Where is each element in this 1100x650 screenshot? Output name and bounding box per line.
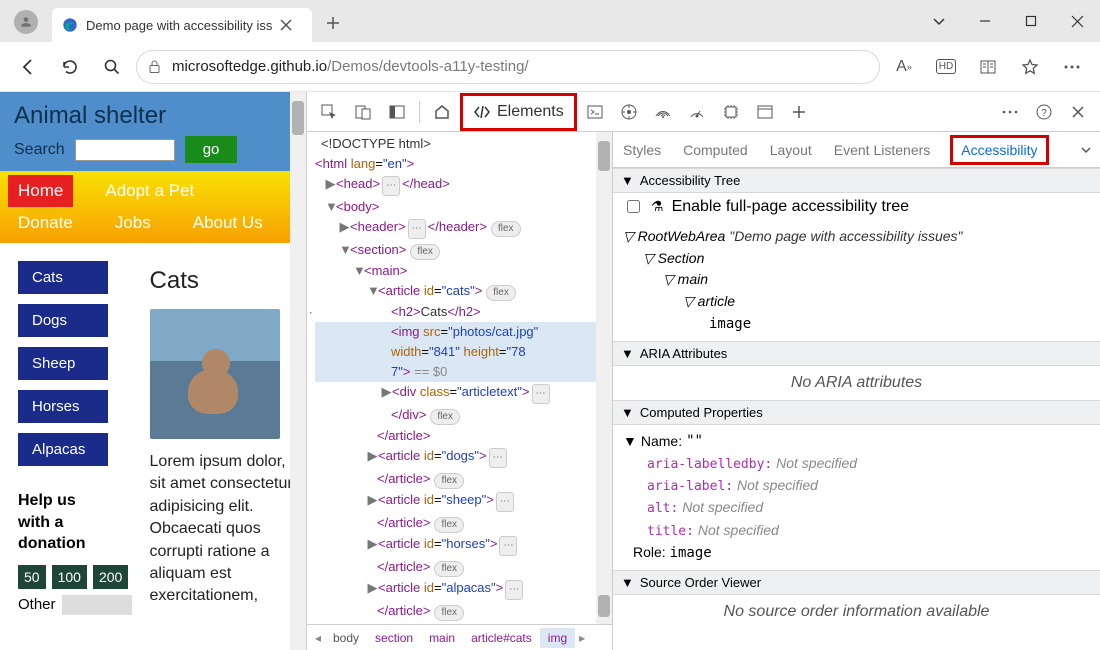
subtab-more-icon[interactable] [1080,144,1092,156]
url-path: /Demos/devtools-a11y-testing/ [327,58,528,75]
dom-tree[interactable]: <!DOCTYPE html> <html lang="en"> ▶<head>… [307,132,612,624]
back-button[interactable] [10,49,46,85]
console-icon[interactable] [579,96,611,128]
chevron-down-icon[interactable] [916,0,962,42]
donate-50[interactable]: 50 [18,565,46,589]
minimize-button[interactable] [962,0,1008,42]
dock-icon[interactable] [381,96,413,128]
side-cats[interactable]: Cats [18,261,108,294]
nav-donate[interactable]: Donate [8,207,83,239]
other-input[interactable] [62,595,132,615]
reader-icon[interactable] [970,49,1006,85]
no-aria-text: No ARIA attributes [613,366,1100,400]
tab-elements[interactable]: Elements [460,93,577,131]
section-aria[interactable]: ▼ARIA Attributes [613,341,1100,366]
edge-icon [62,17,78,33]
cat-image [150,309,280,439]
side-horses[interactable]: Horses [18,390,108,423]
inspect-icon[interactable] [313,96,345,128]
dom-scrollbar[interactable] [596,132,612,624]
more-tabs-icon[interactable] [783,96,815,128]
profile-icon[interactable] [14,10,38,34]
side-alpacas[interactable]: Alpacas [18,433,108,466]
application-icon[interactable] [749,96,781,128]
go-button[interactable]: go [185,136,238,163]
url-host: microsoftedge.github.io [172,58,327,75]
lock-icon [147,59,162,74]
rendered-page: Animal shelter Search go Home Adopt a Pe… [0,92,306,650]
welcome-icon[interactable] [426,96,458,128]
dom-breadcrumb[interactable]: ◂ body section main article#cats img ▸ [307,624,612,650]
close-tab-icon[interactable] [280,19,292,31]
browser-tab[interactable]: Demo page with accessibility iss [52,8,312,42]
section-tree[interactable]: ▼Accessibility Tree [613,168,1100,193]
page-scrollbar[interactable] [290,92,306,650]
nav-jobs[interactable]: Jobs [105,207,161,239]
nav-home[interactable]: Home [8,175,73,207]
tab-title: Demo page with accessibility iss [86,18,272,33]
subtab-events[interactable]: Event Listeners [832,134,933,166]
article-heading: Cats [150,267,294,295]
full-page-label: Enable full-page accessibility tree [672,198,909,216]
other-label: Other [18,596,56,613]
new-tab-button[interactable] [318,8,348,38]
search-input[interactable] [75,139,175,161]
menu-button[interactable] [1054,49,1090,85]
accessibility-tree[interactable]: ▽ RootWebArea "Demo page with accessibil… [613,220,1100,341]
donate-200[interactable]: 200 [93,565,128,589]
performance-icon[interactable] [681,96,713,128]
network-icon[interactable] [647,96,679,128]
memory-icon[interactable] [715,96,747,128]
svg-text:?: ? [1041,108,1047,119]
side-sheep[interactable]: Sheep [18,347,108,380]
subtab-computed[interactable]: Computed [681,134,750,166]
search-label: Search [14,141,65,159]
favorites-icon[interactable] [1012,49,1048,85]
flask-icon: ⚗ [651,198,664,215]
device-icon[interactable] [347,96,379,128]
help-icon[interactable]: ? [1028,96,1060,128]
donate-100[interactable]: 100 [52,565,87,589]
page-title: Animal shelter [14,102,292,130]
devtools-more-icon[interactable] [994,96,1026,128]
close-window-button[interactable] [1054,0,1100,42]
nav-adopt[interactable]: Adopt a Pet [95,175,204,207]
no-source-text: No source order information available [613,595,1100,629]
section-computed[interactable]: ▼Computed Properties [613,400,1100,425]
section-source[interactable]: ▼Source Order Viewer [613,570,1100,595]
article-text: Lorem ipsum dolor, sit amet consectetur … [150,451,294,608]
sources-icon[interactable] [613,96,645,128]
selected-dom-node[interactable]: <img src="photos/cat.jpg" [315,322,612,342]
search-button[interactable] [94,49,130,85]
nav-about[interactable]: About Us [183,207,273,239]
address-bar[interactable]: microsoftedge.github.io/Demos/devtools-a… [136,50,880,84]
code-icon [473,103,491,121]
subtab-accessibility[interactable]: Accessibility [950,135,1048,165]
side-dogs[interactable]: Dogs [18,304,108,337]
hd-icon[interactable]: HD [928,49,964,85]
full-page-checkbox[interactable] [627,200,640,213]
reload-button[interactable] [52,49,88,85]
maximize-button[interactable] [1008,0,1054,42]
help-heading: Help us with a donation [18,490,108,555]
subtab-styles[interactable]: Styles [621,134,663,166]
subtab-layout[interactable]: Layout [768,134,814,166]
read-aloud-icon[interactable]: A» [886,49,922,85]
close-devtools-icon[interactable] [1062,96,1094,128]
